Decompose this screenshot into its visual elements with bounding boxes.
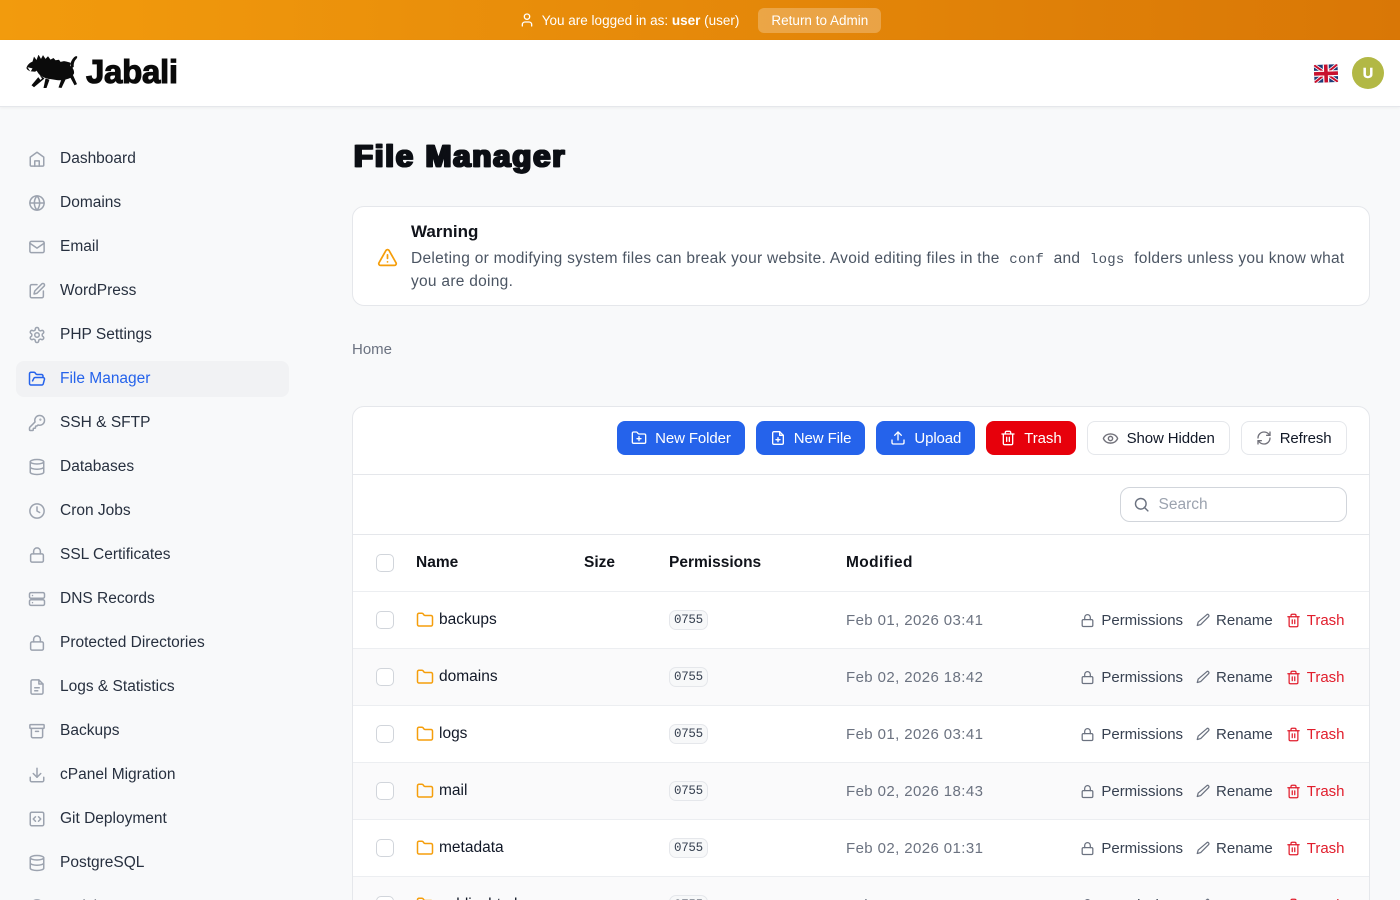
svg-text:U: U [1363, 66, 1373, 82]
svg-text:File Manager: File Manager [354, 139, 566, 174]
svg-text:Jabali: Jabali [86, 53, 177, 90]
